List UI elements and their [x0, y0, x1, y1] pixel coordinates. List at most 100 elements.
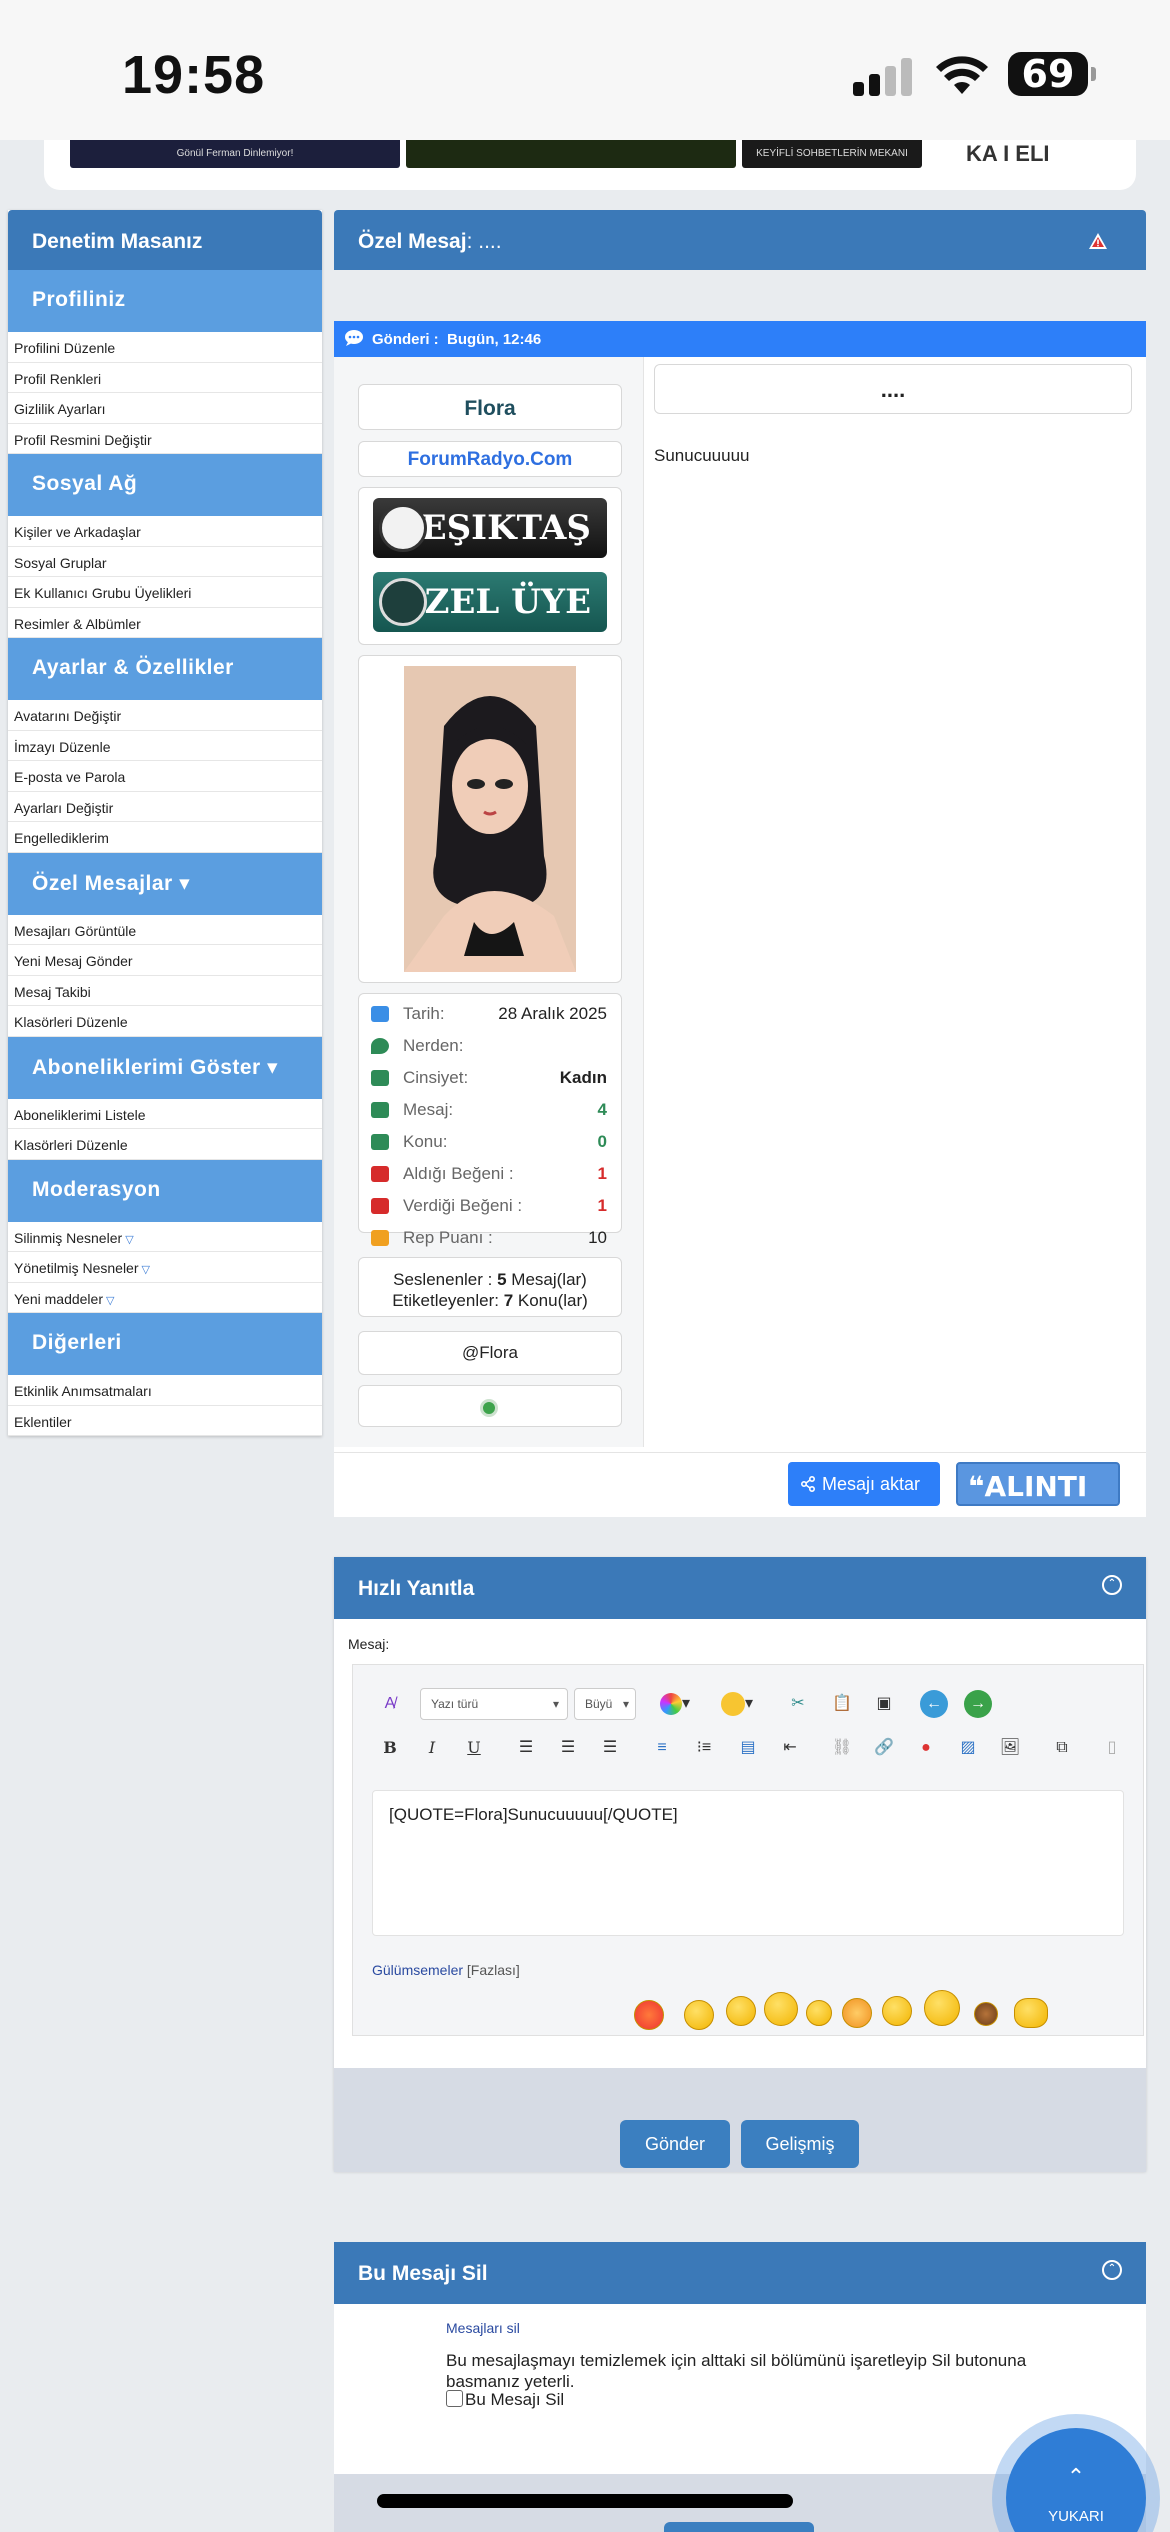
stat-row: Verdiği Beğeni : 1	[367, 1192, 613, 1224]
smiley-icon[interactable]	[726, 1996, 756, 2026]
username[interactable]: Flora	[358, 384, 622, 430]
cut-icon[interactable]: ✂	[782, 1688, 814, 1720]
sidebar-item[interactable]: Mesajları Görüntüle	[8, 914, 322, 945]
collapse-icon[interactable]: ⌃	[1102, 2260, 1122, 2280]
unordered-list-icon[interactable]: ⁝≡	[688, 1732, 720, 1764]
smiley-icon[interactable]	[634, 2000, 664, 2030]
text-color-icon[interactable]: ▾	[652, 1688, 698, 1720]
delete-checkbox-row[interactable]: Bu Mesajı Sil	[446, 2390, 564, 2410]
smiley-icon[interactable]	[882, 1996, 912, 2026]
banner-image[interactable]: Gönül Ferman Dinlemiyor!	[70, 140, 400, 168]
location-pin-icon	[371, 1038, 389, 1054]
report-warning-icon[interactable]	[1088, 232, 1108, 250]
sidebar-item[interactable]: Silinmiş Nesneler ▽	[8, 1221, 322, 1252]
sidebar-item[interactable]: Yönetilmiş Nesneler ▽	[8, 1252, 322, 1283]
delete-checkbox[interactable]	[446, 2390, 463, 2407]
sidebar-item[interactable]: Eklentiler	[8, 1405, 322, 1436]
smiley-icon[interactable]	[764, 1992, 798, 2026]
undo-icon[interactable]: ←	[918, 1688, 950, 1720]
resize-icon[interactable]: ▯	[1096, 1732, 1128, 1764]
sidebar-item-label: Gizlilik Ayarları	[14, 401, 106, 417]
email-link-icon[interactable]: ●	[910, 1732, 942, 1764]
banner-image[interactable]: KEYİFLİ SOHBETLERİN MEKANI	[742, 140, 922, 168]
sidebar-item[interactable]: Aboneliklerimi Listele	[8, 1098, 322, 1129]
smiley-icon[interactable]	[1014, 1998, 1048, 2028]
align-center-icon[interactable]: ☰	[552, 1732, 584, 1764]
sidebar-section-heading[interactable]: Profiliniz	[8, 270, 322, 332]
outdent-icon[interactable]: ⇤	[774, 1732, 806, 1764]
bold-icon[interactable]: B	[374, 1732, 406, 1764]
redo-icon[interactable]: →	[962, 1688, 994, 1720]
unlink-icon[interactable]: ⛓	[826, 1732, 858, 1764]
message-label: Mesaj:	[348, 1636, 390, 1652]
align-left-icon[interactable]: ☰	[510, 1732, 542, 1764]
italic-icon[interactable]: I	[416, 1732, 448, 1764]
link-icon[interactable]: 🔗	[868, 1732, 900, 1764]
sidebar-item[interactable]: Gizlilik Ayarları	[8, 393, 322, 424]
banner-image[interactable]: KA I ELI	[926, 140, 1126, 168]
banner-image[interactable]	[406, 140, 736, 168]
insert-image-icon[interactable]: ▨	[952, 1732, 984, 1764]
diamond-icon: ▽	[138, 1264, 151, 1276]
sidebar-item[interactable]: Profil Resmini Değiştir	[8, 423, 322, 454]
collapse-icon[interactable]: ⌃	[1102, 1575, 1122, 1595]
sidebar-item[interactable]: Klasörleri Düzenle	[8, 1006, 322, 1037]
sidebar-item[interactable]: Sosyal Gruplar	[8, 546, 322, 577]
switch-mode-icon[interactable]: ⧉	[1046, 1732, 1078, 1764]
sidebar-item[interactable]: Yeni maddeler ▽	[8, 1282, 322, 1313]
sidebar-section-heading[interactable]: Ayarlar & Özellikler	[8, 638, 322, 700]
align-right-icon[interactable]: ☰	[594, 1732, 626, 1764]
paste-icon[interactable]: 📋	[826, 1688, 858, 1720]
sidebar-item[interactable]: İmzayı Düzenle	[8, 730, 322, 761]
clipboard-icon	[371, 1134, 389, 1150]
quote-button[interactable]: ❝ALINTI	[956, 1462, 1120, 1506]
font-select[interactable]: Yazı türü ▾	[420, 1688, 568, 1720]
sidebar-item[interactable]: Profil Renkleri	[8, 362, 322, 393]
sidebar-item[interactable]: Profilini Düzenle	[8, 332, 322, 363]
sidebar-item[interactable]: Etkinlik Anımsatmaları	[8, 1375, 322, 1406]
sidebar-section-heading[interactable]: Aboneliklerimi Göster ▾	[8, 1036, 322, 1099]
mention-button[interactable]: @Flora	[358, 1331, 622, 1375]
remove-format-icon[interactable]: A̸	[374, 1688, 406, 1720]
smilies-link[interactable]: Gülümsemeler	[372, 1962, 463, 1978]
sidebar-section-heading[interactable]: Moderasyon	[8, 1159, 322, 1222]
send-button[interactable]: Gönder	[620, 2120, 730, 2168]
sidebar-item[interactable]: E-posta ve Parola	[8, 761, 322, 792]
more-smilies-link[interactable]: [Fazlası]	[467, 1962, 520, 1978]
smiley-icon[interactable]	[842, 1998, 872, 2028]
sidebar-section-heading[interactable]: Özel Mesajlar ▾	[8, 852, 322, 915]
smiley-icon[interactable]	[806, 2000, 832, 2026]
sidebar-item[interactable]: Klasörleri Düzenle	[8, 1129, 322, 1160]
smiley-icon[interactable]	[974, 2002, 998, 2026]
upload-image-icon[interactable]: 🖼	[994, 1732, 1026, 1764]
smiley-icon[interactable]	[924, 1990, 960, 2026]
gender-icon	[371, 1070, 389, 1086]
avatar[interactable]	[404, 666, 576, 972]
smiley-icon[interactable]	[684, 2000, 714, 2030]
sidebar-item[interactable]: Kişiler ve Arkadaşlar	[8, 516, 322, 547]
sidebar-item[interactable]: Yeni Mesaj Gönder	[8, 945, 322, 976]
besiktas-badge: BEŞIKTAŞ	[373, 498, 607, 558]
quote-label: ALINTI	[984, 1470, 1088, 1503]
sidebar-section-heading[interactable]: Diğerleri	[8, 1313, 322, 1375]
home-indicator[interactable]	[377, 2494, 793, 2508]
sidebar-item-label: Klasörleri Düzenle	[14, 1014, 128, 1030]
reply-textarea[interactable]: [QUOTE=Flora]Sunucuuuuu[/QUOTE]	[372, 1790, 1124, 1936]
indent-icon[interactable]: ▤	[732, 1732, 764, 1764]
sidebar-item[interactable]: Engellediklerim	[8, 822, 322, 853]
sidebar-item[interactable]: Mesaj Takibi	[8, 975, 322, 1006]
sidebar-section-heading[interactable]: Sosyal Ağ	[8, 454, 322, 516]
sidebar-item[interactable]: Resimler & Albümler	[8, 607, 322, 638]
sidebar-item[interactable]: Ayarları Değiştir	[8, 791, 322, 822]
underline-icon[interactable]: U	[458, 1732, 490, 1764]
ordered-list-icon[interactable]: ≡	[646, 1732, 678, 1764]
wifi-icon	[936, 56, 988, 94]
sidebar-item[interactable]: Ek Kullanıcı Grubu Üyelikleri	[8, 577, 322, 608]
advanced-button[interactable]: Gelişmiş	[741, 2120, 859, 2168]
delete-button[interactable]	[664, 2522, 814, 2532]
smiley-picker-icon[interactable]: ▾	[714, 1688, 760, 1720]
sidebar-item[interactable]: Avatarını Değiştir	[8, 700, 322, 731]
paste-special-icon[interactable]: ▣	[868, 1688, 900, 1720]
share-message-button[interactable]: Mesajı aktar	[788, 1462, 940, 1506]
size-select[interactable]: Büyü ▾	[574, 1688, 636, 1720]
